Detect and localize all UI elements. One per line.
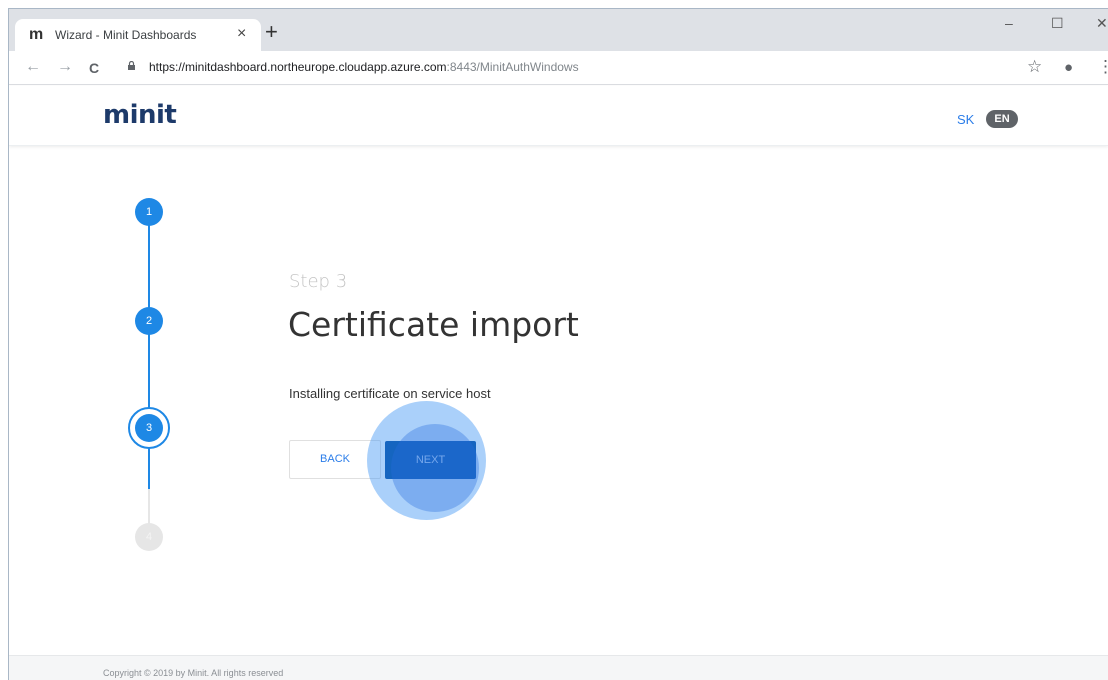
language-en[interactable]: EN: [986, 110, 1018, 128]
reload-icon[interactable]: C: [89, 60, 99, 76]
minit-logo: minit: [103, 100, 177, 130]
maximize-icon[interactable]: ☐: [1051, 15, 1064, 32]
tab-close-icon[interactable]: ×: [237, 25, 246, 43]
minit-favicon-icon: m: [29, 26, 44, 43]
url-path: :8443/MinitAuthWindows: [446, 60, 579, 74]
back-arrow-icon[interactable]: ←: [25, 58, 41, 76]
url-host: https://minitdashboard.northeurope.cloud…: [149, 60, 447, 74]
step-description: Installing certificate on service host: [289, 386, 491, 401]
page-title: Certificate import: [288, 305, 579, 344]
click-highlight-inner: [391, 424, 479, 512]
address-bar[interactable]: https://minitdashboard.northeurope.cloud…: [149, 60, 579, 74]
forward-arrow-icon[interactable]: →: [57, 58, 73, 76]
bookmark-star-icon[interactable]: ☆: [1027, 57, 1042, 77]
browser-tab[interactable]: m Wizard - Minit Dashboards ×: [15, 19, 261, 51]
minimize-icon[interactable]: –: [1005, 15, 1013, 31]
language-sk[interactable]: SK: [957, 112, 974, 127]
step-4: 4: [135, 523, 163, 551]
lock-icon: [128, 61, 135, 70]
browser-toolbar: ← → C https://minitdashboard.northeurope…: [9, 51, 1108, 85]
new-tab-button[interactable]: +: [265, 21, 278, 43]
tab-strip: m Wizard - Minit Dashboards × + – ☐ ✕: [9, 9, 1108, 51]
browser-window: m Wizard - Minit Dashboards × + – ☐ ✕ ← …: [8, 8, 1108, 680]
step-2[interactable]: 2: [135, 307, 163, 335]
tab-title: Wizard - Minit Dashboards: [55, 28, 197, 42]
step-1[interactable]: 1: [135, 198, 163, 226]
menu-icon[interactable]: ⋮: [1097, 57, 1108, 77]
footer: Copyright © 2019 by Minit. All rights re…: [9, 655, 1108, 680]
step-3[interactable]: 3: [135, 414, 163, 442]
profile-icon[interactable]: ●: [1064, 59, 1073, 76]
close-window-icon[interactable]: ✕: [1096, 15, 1108, 32]
step-kicker: Step 3: [289, 271, 348, 292]
copyright-text: Copyright © 2019 by Minit. All rights re…: [103, 668, 284, 678]
app-header: minit SK EN: [9, 86, 1108, 146]
